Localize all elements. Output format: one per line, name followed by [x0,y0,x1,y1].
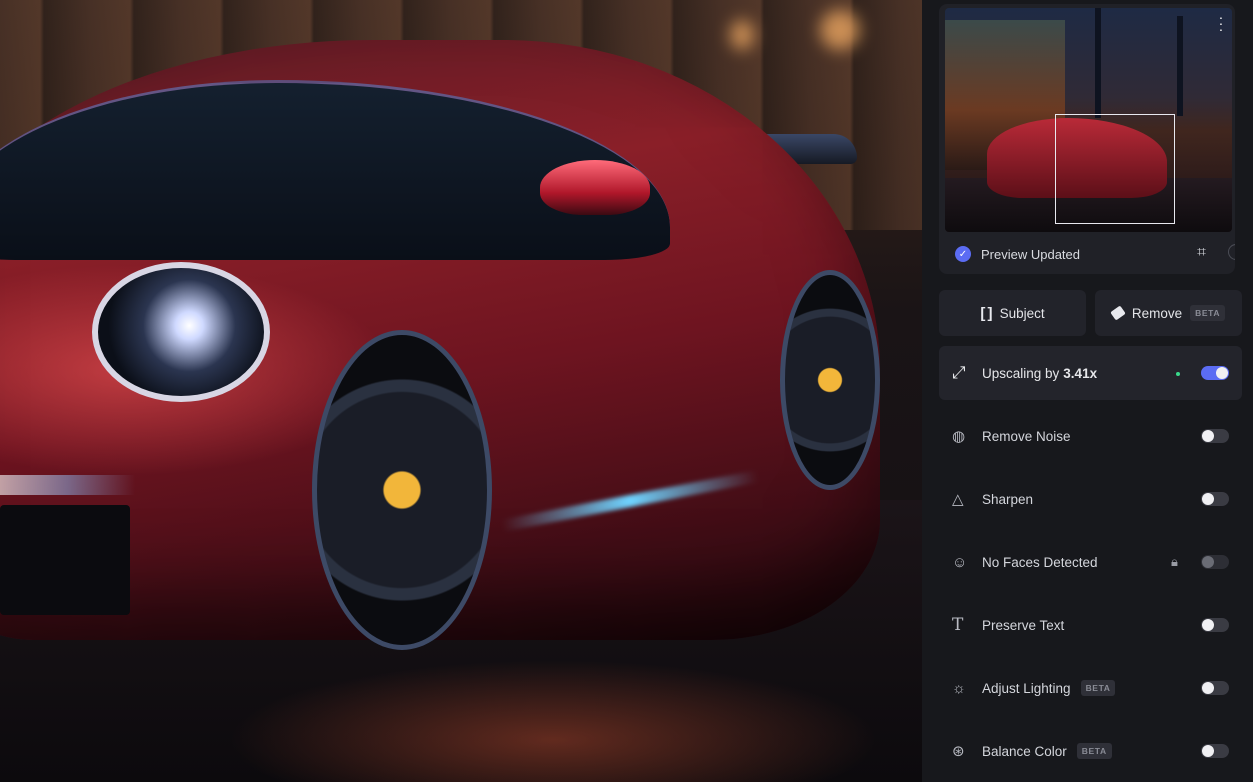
preview-card: · · · ✓ Preview Updated ⌗ [939,4,1235,274]
car-grill [0,505,130,615]
preview-status-label: Preview Updated [981,246,1080,262]
adjust-lighting-toggle[interactable] [1201,681,1229,695]
thumbnail-palm [1095,8,1101,118]
select-subject-icon: [ ] [980,304,992,322]
upscale-label: Upscaling by [982,365,1060,381]
face-icon: ☺ [952,553,968,571]
beta-badge: BETA [1076,743,1112,759]
option-label: No Faces Detected [982,554,1098,570]
subject-button[interactable]: [ ] Subject [939,290,1086,336]
option-remove-noise[interactable]: ◍ Remove Noise [939,416,1242,456]
upscale-value: 3.41x [1063,365,1098,381]
preview-status: ✓ Preview Updated [955,242,1080,266]
option-label: Balance Color [982,743,1067,759]
beta-badge: BETA [1080,680,1116,696]
balance-color-toggle[interactable] [1201,744,1229,758]
option-label: Preserve Text [982,617,1065,633]
settings-panel: · · · ✓ Preview Updated ⌗ [ ] Subject Remo… [922,0,1253,782]
option-balance-color[interactable]: ⊛ Balance Color BETA [939,731,1242,771]
car-headlight [92,262,270,402]
lock-icon: 🔒︎ [1171,554,1178,569]
face-icon[interactable] [1228,244,1235,260]
viewport-frame[interactable] [1055,114,1175,224]
status-dot [1176,372,1180,376]
sun-icon: ☼ [952,679,966,697]
sharpen-toggle[interactable] [1201,492,1229,506]
background-lamp [820,10,860,50]
crop-icon[interactable]: ⌗ [1197,244,1206,262]
option-sharpen[interactable]: △ Sharpen [939,479,1242,519]
background-lamp [730,20,754,50]
car-bumper-light [0,475,135,495]
eraser-icon [1110,305,1126,321]
upscale-row[interactable]: ⤢ Upscaling by 3.41x [939,346,1242,400]
remove-button[interactable]: Remove BETA [1095,290,1242,336]
expand-arrow-icon: ⤢ [952,363,966,382]
preserve-text-toggle[interactable] [1201,618,1229,632]
remove-noise-toggle[interactable] [1201,429,1229,443]
navigator-thumbnail[interactable]: · · · [945,8,1232,232]
check-circle-icon: ✓ [955,246,971,262]
option-label: Sharpen [982,491,1034,507]
image-canvas[interactable] [0,0,922,782]
more-vertical-icon[interactable]: · · · [1218,10,1224,36]
car-front-wheel [312,330,492,650]
option-adjust-lighting[interactable]: ☼ Adjust Lighting BETA [939,668,1242,708]
option-label: Adjust Lighting [982,680,1071,696]
subject-label: Subject [999,305,1045,321]
thumbnail-palm [1177,16,1183,116]
color-balance-icon: ⊛ [952,743,965,760]
upscale-toggle[interactable] [1201,366,1229,380]
option-preserve-text[interactable]: T Preserve Text [939,605,1242,645]
remove-label: Remove [1131,305,1183,321]
beta-badge: BETA [1190,305,1226,321]
text-icon: T [952,615,964,635]
option-faces: ☺ No Faces Detected 🔒︎ [939,542,1242,582]
car-mirror [540,160,650,215]
car-rear-wheel [780,270,880,490]
option-label: Remove Noise [982,428,1071,444]
noise-icon: ◍ [952,428,966,445]
faces-toggle [1201,555,1229,569]
triangle-icon: △ [952,491,964,508]
